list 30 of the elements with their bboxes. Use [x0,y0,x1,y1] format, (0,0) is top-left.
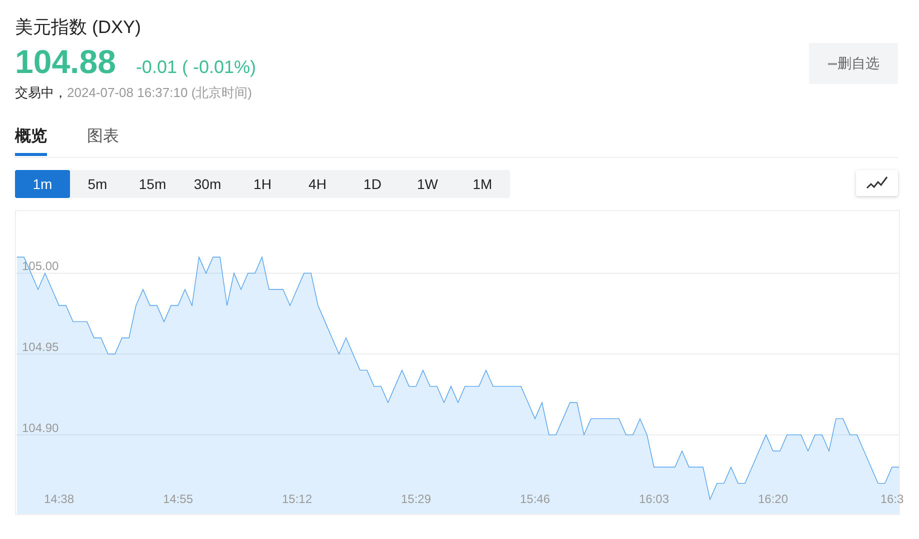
interval-button[interactable]: 1H [235,170,290,198]
x-axis-label: 16:3 [880,492,904,506]
interval-button[interactable]: 15m [125,170,180,198]
line-chart-icon [866,176,888,190]
y-axis-label: 104.90 [22,420,59,435]
index-title: 美元指数 (DXY) [15,16,142,39]
remove-watchlist-button[interactable]: 删自选 [809,43,898,84]
x-axis-label: 15:12 [282,492,312,506]
interval-button[interactable]: 4H [290,170,345,198]
x-axis-label: 16:20 [758,492,788,506]
price-value: 104.88 [15,42,116,82]
x-axis-label: 16:03 [638,492,670,506]
trading-status: 交易中， [15,85,67,100]
x-axis-label: 14:38 [44,492,74,506]
x-axis-label: 15:46 [520,492,550,506]
interval-button[interactable]: 1M [455,170,510,198]
tab[interactable]: 概览 [15,123,47,156]
minus-icon [828,62,836,64]
y-axis-label: 104.95 [22,340,59,354]
tab[interactable]: 图表 [87,123,119,156]
chart-type-button[interactable] [856,170,898,196]
price-change: -0.01 ( -0.01%) [136,57,256,78]
interval-button[interactable]: 5m [70,170,125,198]
x-axis-label: 15:29 [400,492,432,506]
interval-button[interactable]: 1D [345,170,400,198]
interval-button[interactable]: 1m [15,170,70,198]
interval-button[interactable]: 1W [400,170,455,198]
x-axis-label: 14:55 [162,492,194,506]
timestamp: 2024-07-08 16:37:10 (北京时间) [67,85,252,100]
interval-button[interactable]: 30m [180,170,235,198]
